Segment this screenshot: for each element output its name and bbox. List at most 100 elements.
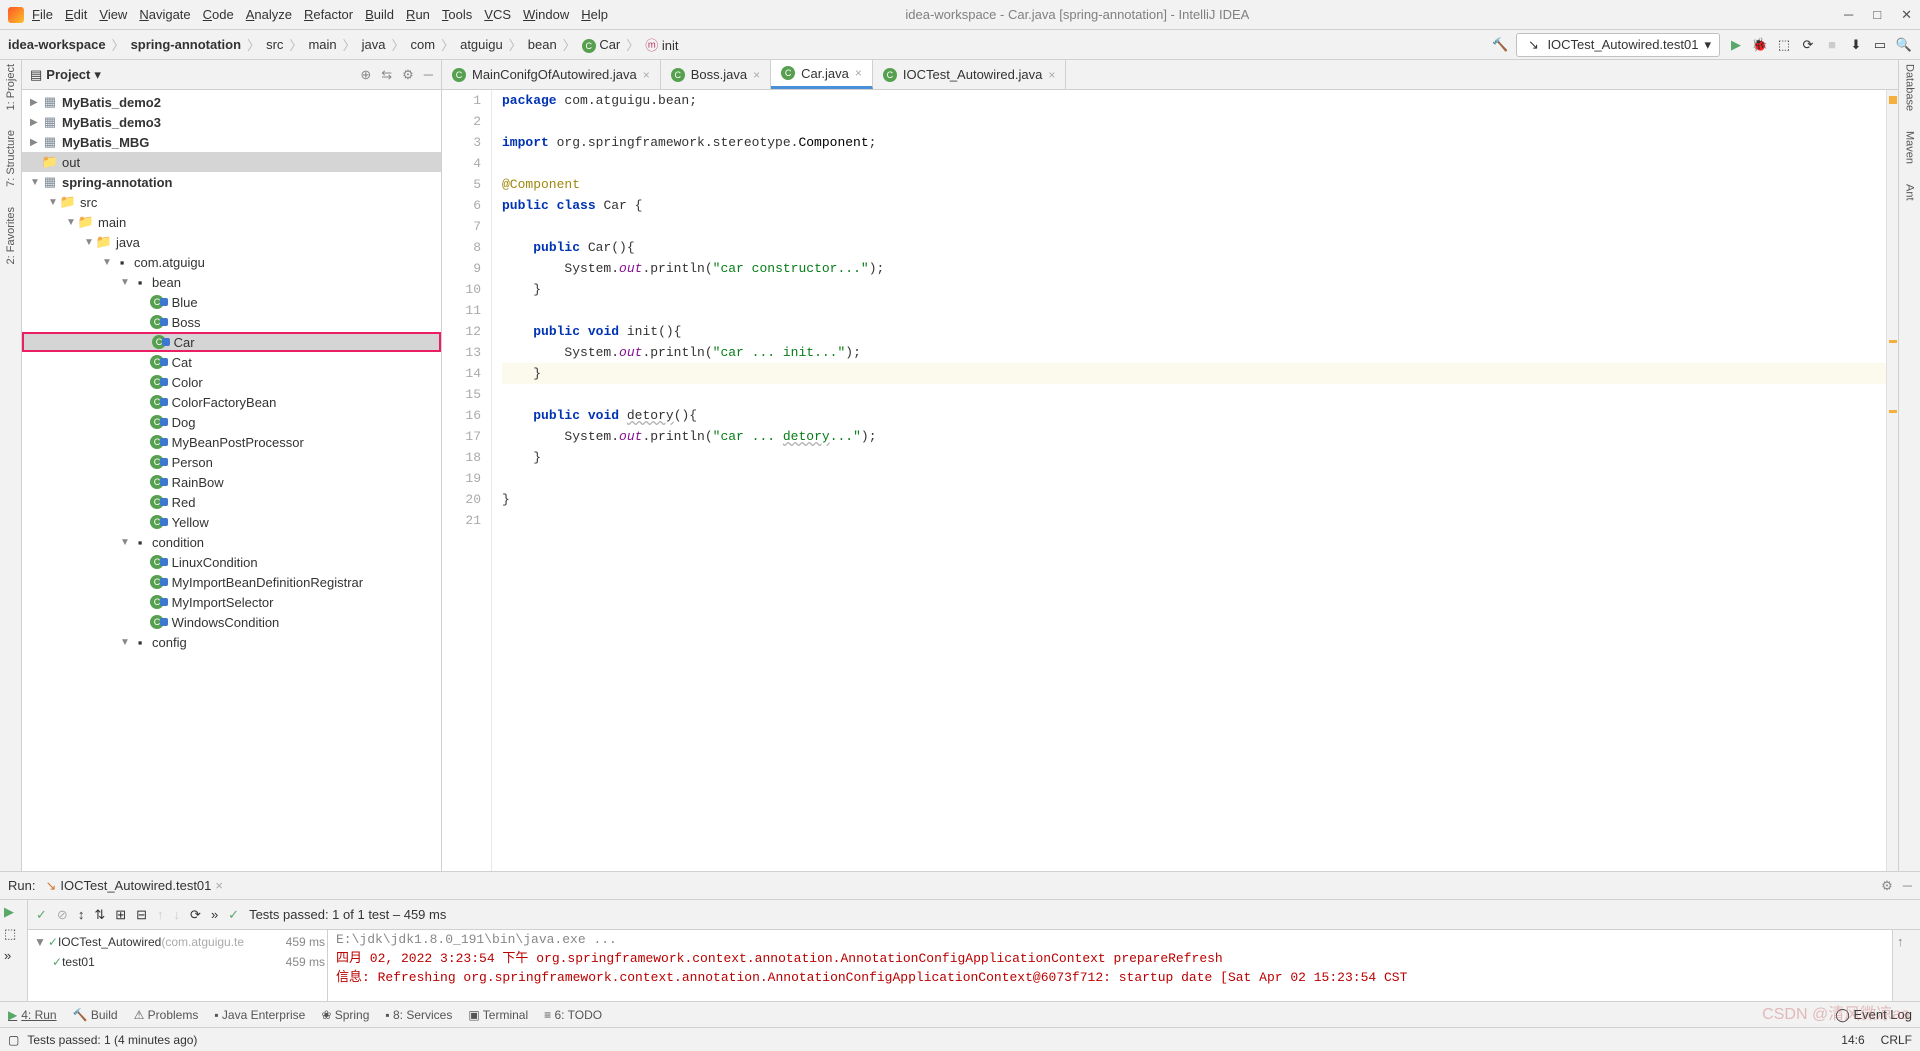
tree-node-mybatis_mbg[interactable]: ▶▦MyBatis_MBG [22,132,441,152]
tab-mainconifgofautowired-java[interactable]: CMainConifgOfAutowired.java× [442,60,661,89]
project-view-dropdown[interactable]: ▾ [94,67,101,83]
menu-vcs[interactable]: VCS [484,7,511,22]
breadcrumb-item[interactable]: src [266,37,283,52]
run-tree-node[interactable]: ▼✓ IOCTest_Autowired (com.atguigu.te459 … [30,932,325,952]
tree-node-color[interactable]: C Color [22,372,441,392]
tab-ioctest_autowired-java[interactable]: CIOCTest_Autowired.java× [873,60,1066,89]
scroll-up-icon[interactable]: ↑ [1893,930,1920,953]
warning-mark-2[interactable] [1889,340,1897,343]
project-tree[interactable]: ▶▦MyBatis_demo2▶▦MyBatis_demo3▶▦MyBatis_… [22,90,441,871]
settings-icon[interactable]: ⚙ [402,67,414,83]
breadcrumb-item[interactable]: atguigu [460,37,503,52]
sort-alpha-icon[interactable]: ⇅ [94,907,105,923]
maximize-button[interactable]: □ [1873,7,1881,23]
debug-button[interactable]: 🐞 [1752,37,1768,53]
toggle-button[interactable]: ⬚ [4,926,23,942]
rerun-button[interactable]: ▶ [4,904,23,920]
breadcrumb-item[interactable]: com [411,37,436,52]
error-strip[interactable] [1886,90,1898,871]
tab-close-icon[interactable]: × [855,66,862,80]
line-separator[interactable]: CRLF [1881,1033,1912,1047]
tree-node-java[interactable]: ▼📁java [22,232,441,252]
ignored-filter-icon[interactable]: ⊘ [57,907,68,923]
code[interactable]: package com.atguigu.bean; import org.spr… [492,90,1886,871]
bottom-tab-6-todo[interactable]: ≡ 6: TODO [544,1008,602,1022]
tree-node-config[interactable]: ▼▪config [22,632,441,652]
tree-node-colorfactorybean[interactable]: C ColorFactoryBean [22,392,441,412]
tool-database[interactable]: Database [1904,64,1916,111]
bottom-tab-terminal[interactable]: ▣ Terminal [468,1008,528,1022]
status-square-icon[interactable]: ▢ [8,1033,19,1047]
menu-view[interactable]: View [99,7,127,22]
tree-node-linuxcondition[interactable]: C LinuxCondition [22,552,441,572]
run-hide-icon[interactable]: ─ [1903,878,1912,894]
tree-node-blue[interactable]: C Blue [22,292,441,312]
collapse-icon[interactable]: ─ [424,67,433,83]
bottom-tab-spring[interactable]: ❀ Spring [321,1008,369,1022]
minimize-button[interactable]: ─ [1844,7,1853,23]
tab-car-java[interactable]: CCar.java× [771,60,873,89]
failed-tests-button[interactable]: » [4,948,23,963]
run-settings-icon[interactable]: ⚙ [1881,878,1893,894]
menu-file[interactable]: File [32,7,53,22]
tree-node-boss[interactable]: C Boss [22,312,441,332]
tree-node-bean[interactable]: ▼▪bean [22,272,441,292]
search-everywhere-icon[interactable]: 🔍 [1896,37,1912,53]
collapse-all-icon[interactable]: ⊟ [136,907,147,923]
profile-button[interactable]: ⟳ [1800,37,1816,53]
bottom-tab-8-services[interactable]: ▪ 8: Services [385,1008,452,1022]
menu-tools[interactable]: Tools [442,7,472,22]
breadcrumb-item[interactable]: java [362,37,386,52]
warning-mark-3[interactable] [1889,410,1897,413]
tool-1--project[interactable]: 1: Project [5,64,17,110]
sort-icon[interactable]: ↕ [78,907,85,922]
tab-close-icon[interactable]: × [215,878,223,893]
tool-ant[interactable]: Ant [1904,184,1916,201]
menu-analyze[interactable]: Analyze [246,7,292,22]
tree-node-car[interactable]: C Car [22,332,441,352]
locate-icon[interactable]: ⊕ [360,67,371,83]
project-view-icon[interactable]: ▤ [30,67,42,83]
tree-node-mybatis_demo2[interactable]: ▶▦MyBatis_demo2 [22,92,441,112]
tree-node-dog[interactable]: C Dog [22,412,441,432]
warning-mark[interactable] [1889,96,1897,104]
tool-maven[interactable]: Maven [1904,131,1916,164]
tree-node-mybatis_demo3[interactable]: ▶▦MyBatis_demo3 [22,112,441,132]
vcs-update-icon[interactable]: ⬇ [1848,37,1864,53]
event-log-button[interactable]: ◯ Event Log [1835,1007,1912,1023]
tree-node-condition[interactable]: ▼▪condition [22,532,441,552]
breadcrumb-item[interactable]: ⓜ init [645,35,678,54]
tab-boss-java[interactable]: CBoss.java× [661,60,771,89]
menu-refactor[interactable]: Refactor [304,7,353,22]
bottom-tab-problems[interactable]: ⚠ Problems [134,1008,199,1022]
breadcrumb-item[interactable]: main [308,37,336,52]
tree-node-yellow[interactable]: C Yellow [22,512,441,532]
ide-layout-icon[interactable]: ▭ [1872,37,1888,53]
tree-node-myimportselector[interactable]: C MyImportSelector [22,592,441,612]
run-tree[interactable]: ▼✓ IOCTest_Autowired (com.atguigu.te459 … [28,930,328,1001]
tab-close-icon[interactable]: × [643,68,650,82]
tree-node-out[interactable]: 📁out [22,152,441,172]
stop-button[interactable]: ■ [1824,37,1840,53]
tree-node-spring-annotation[interactable]: ▼▦spring-annotation [22,172,441,192]
tab-close-icon[interactable]: × [753,68,760,82]
close-button[interactable]: ✕ [1901,7,1912,23]
menu-window[interactable]: Window [523,7,569,22]
bottom-tab-4-run[interactable]: ▶ 4: Run [8,1008,57,1022]
test-history-icon[interactable]: ⟳ [190,907,201,923]
bottom-tab-build[interactable]: 🔨 Build [73,1008,118,1022]
tree-node-main[interactable]: ▼📁main [22,212,441,232]
breadcrumb-item[interactable]: C Car [582,37,621,53]
passed-filter-icon[interactable]: ✓ [36,907,47,923]
run-tree-node[interactable]: ✓ test01459 ms [30,952,325,972]
editor-content[interactable]: 123456789101112131415161718192021 packag… [442,90,1898,871]
menu-run[interactable]: Run [406,7,430,22]
breadcrumb-item[interactable]: spring-annotation [131,37,242,52]
next-icon[interactable]: ↓ [174,907,181,922]
tab-close-icon[interactable]: × [1048,68,1055,82]
tree-node-red[interactable]: C Red [22,492,441,512]
more-icon[interactable]: » [211,907,218,922]
menu-build[interactable]: Build [365,7,394,22]
tree-node-person[interactable]: C Person [22,452,441,472]
run-config-select[interactable]: ↘ IOCTest_Autowired.test01 ▾ [1516,33,1720,57]
